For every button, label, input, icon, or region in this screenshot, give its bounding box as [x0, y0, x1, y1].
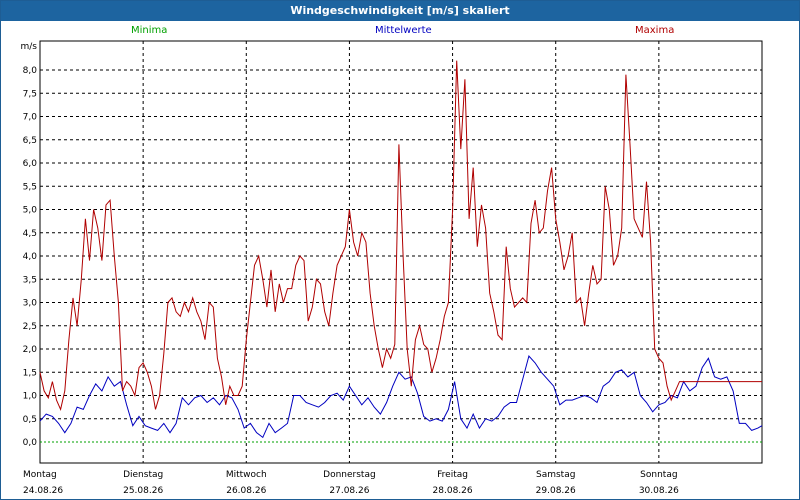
chart-window: Windgeschwindigkeit [m/s] skaliert Minim… [0, 0, 800, 500]
x-tick-day: Montag [23, 470, 57, 480]
x-tick-date: 30.08.26 [639, 486, 679, 496]
x-tick-day: Mittwoch [226, 470, 267, 480]
y-tick-label: 5,0 [23, 206, 38, 216]
y-tick-label: 0,5 [23, 415, 37, 425]
plot-area [39, 40, 763, 464]
y-tick-label: 5,5 [23, 182, 37, 192]
y-tick-label: 6,0 [23, 159, 38, 169]
y-axis-unit: m/s [21, 42, 38, 52]
series-line-mittelwerte [39, 354, 763, 439]
wind-speed-chart: 0,0 0,5 1,0 1,5 2,0 2,5 3,0 3,5 4,0 4,5 5,0 5,5 6,0 6… [21, 40, 763, 496]
x-tick-date: 25.08.26 [123, 486, 163, 496]
y-tick-label: 0,0 [23, 438, 38, 448]
y-tick-label: 1,5 [23, 368, 37, 378]
x-tick-day: Freitag [437, 470, 468, 480]
x-tick-date: 29.08.26 [536, 486, 576, 496]
x-tick-date: 28.08.26 [433, 486, 473, 496]
x-tick-date: 27.08.26 [329, 486, 369, 496]
y-tick-label: 3,0 [23, 299, 38, 309]
y-tick-label: 2,5 [23, 322, 37, 332]
x-tick-day: Sonntag [640, 470, 677, 480]
x-tick-day: Dienstag [123, 470, 163, 480]
series-line-maxima [39, 60, 762, 411]
y-tick-label: 2,0 [23, 345, 38, 355]
y-tick-label: 4,5 [23, 229, 37, 239]
y-tick-label: 3,5 [23, 275, 37, 285]
y-tick-label: 7,0 [23, 113, 38, 123]
x-tick-day: Samstag [536, 470, 575, 480]
y-tick-label: 8,0 [23, 66, 38, 76]
x-tick-date: 26.08.26 [226, 486, 266, 496]
x-tick-day: Donnerstag [323, 470, 376, 480]
y-tick-label: 6,5 [23, 136, 37, 146]
y-tick-label: 7,5 [23, 89, 37, 99]
y-tick-label: 1,0 [23, 392, 38, 402]
x-tick-date: 24.08.26 [23, 486, 63, 496]
y-tick-label: 4,0 [23, 252, 38, 262]
